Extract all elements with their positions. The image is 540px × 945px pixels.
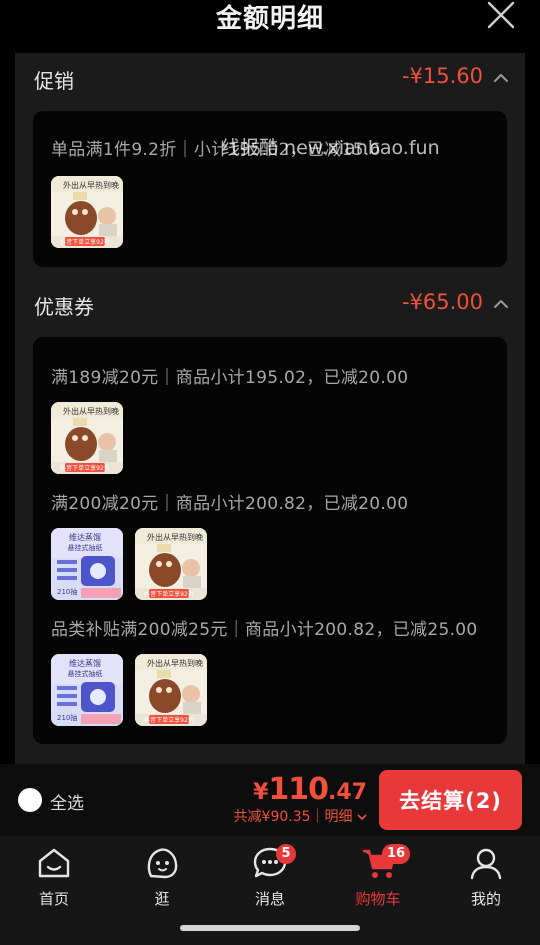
tab-home[interactable]: 首页 <box>14 842 94 912</box>
select-all-radio[interactable] <box>18 788 42 812</box>
bottom-tab-bar: 首页 逛 5 消息 16 购物车 我的 <box>0 836 540 945</box>
bottle-banner-text: 外出从早热到晚 <box>63 180 119 190</box>
wipes-sub-text: 悬挂式抽纸 <box>68 669 103 678</box>
wipes-banner-text: 维达蒸馏 <box>69 658 101 668</box>
screen: 金额明细 促销 -¥15.60 单品满1件9.2折｜小计195.02，已减15.… <box>0 0 540 945</box>
coupon-title: 优惠券 <box>34 295 94 319</box>
product-thumb-bottle[interactable]: 外出从早热到晚 抖音下单立享92折 <box>135 528 207 600</box>
saved-text: 共减¥90.35｜明细 <box>233 809 353 825</box>
coupon-line: 满189减20元｜商品小计195.02，已减20.00 <box>51 368 409 388</box>
cart-badge: 16 <box>382 844 411 864</box>
total-integer: 110 <box>268 772 329 807</box>
bottle-tag-text: 抖音下单立享92折 <box>60 238 110 246</box>
tab-label: 逛 <box>154 890 170 908</box>
tab-cart[interactable]: 16 购物车 <box>338 842 418 912</box>
product-thumb-bottle[interactable]: 外出从早热到晚 抖音下单立享92折 <box>135 654 207 726</box>
bottle-banner-text: 外出从早热到晚 <box>147 532 203 542</box>
bottle-product-image: 外出从早热到晚 抖音下单立享92折 <box>51 402 123 474</box>
watermark: 线报酷 new.xianbao.fun <box>221 137 440 159</box>
wipes-count-text: 210抽 <box>57 713 77 722</box>
tab-browse[interactable]: 逛 <box>122 842 202 912</box>
wipes-product-image: 维达蒸馏 悬挂式抽纸 210抽 <box>51 654 123 726</box>
wipes-product-image: 维达蒸馏 悬挂式抽纸 210抽 <box>51 528 123 600</box>
promo-card: 单品满1件9.2折｜小计195.02，已减15.6 外出从早热到晚 抖音下单立享… <box>33 111 507 267</box>
total-currency: ¥ <box>253 780 269 805</box>
coupon-line: 品类补贴满200减25元｜商品小计200.82，已减25.00 <box>51 620 478 640</box>
select-all-label[interactable]: 全选 <box>50 789 84 814</box>
modal-header: 金额明细 <box>0 0 540 52</box>
product-thumb-bottle[interactable]: 外出从早热到晚 抖音下单立享92折 <box>51 402 123 474</box>
tab-label: 首页 <box>38 890 69 908</box>
product-thumb-wipes[interactable]: 维达蒸馏 悬挂式抽纸 210抽 <box>51 654 123 726</box>
total-price: ¥110.47 <box>253 772 367 807</box>
product-thumb-bottle[interactable]: 外出从早热到晚 抖音下单立享92折 <box>51 176 123 248</box>
bottle-banner-text: 外出从早热到晚 <box>63 406 119 416</box>
promo-title: 促销 <box>34 69 74 93</box>
home-indicator <box>180 925 360 931</box>
wipes-banner-text: 维达蒸馏 <box>69 532 101 542</box>
tab-label: 购物车 <box>355 890 401 908</box>
promo-section-header[interactable]: 促销 -¥15.60 <box>15 53 525 105</box>
tab-label: 消息 <box>254 890 285 908</box>
bottle-product-image: 外出从早热到晚 抖音下单立享92折 <box>135 528 207 600</box>
bottle-tag-text: 抖音下单立享92折 <box>144 716 194 724</box>
chevron-up-icon[interactable] <box>494 73 508 83</box>
bottle-banner-text: 外出从早热到晚 <box>147 658 203 668</box>
profile-icon <box>470 848 502 880</box>
chevron-down-icon <box>357 813 367 820</box>
product-thumb-wipes[interactable]: 维达蒸馏 悬挂式抽纸 210抽 <box>51 528 123 600</box>
bottle-tag-text: 抖音下单立享92折 <box>60 464 110 472</box>
bottle-product-image: 外出从早热到晚 抖音下单立享92折 <box>135 654 207 726</box>
saved-detail-link[interactable]: 共减¥90.35｜明细 <box>234 806 367 826</box>
checkout-bar: 全选 ¥110.47 共减¥90.35｜明细 去结算(2) <box>0 764 540 836</box>
coupon-line: 满200减20元｜商品小计200.82，已减20.00 <box>51 494 409 514</box>
home-icon <box>38 848 70 878</box>
close-icon[interactable] <box>486 0 516 30</box>
bottle-tag-text: 抖音下单立享92折 <box>144 590 194 598</box>
coupon-card: 满189减20元｜商品小计195.02，已减20.00 外出从早热到晚 抖音下单… <box>33 337 507 744</box>
tab-messages[interactable]: 5 消息 <box>230 842 310 912</box>
coupon-amount: -¥65.00 <box>401 290 483 314</box>
promo-amount: -¥15.60 <box>401 64 483 88</box>
modal-title: 金额明细 <box>215 4 324 34</box>
checkout-button[interactable]: 去结算(2) <box>379 770 522 830</box>
total-decimal: .47 <box>328 780 367 805</box>
face-icon <box>147 848 178 879</box>
chevron-up-icon[interactable] <box>494 299 508 309</box>
bottle-product-image: 外出从早热到晚 抖音下单立享92折 <box>51 176 123 248</box>
tab-label: 我的 <box>470 890 501 908</box>
amount-detail-sheet: 促销 -¥15.60 单品满1件9.2折｜小计195.02，已减15.6 外出从… <box>15 53 525 764</box>
wipes-sub-text: 悬挂式抽纸 <box>68 543 103 552</box>
wipes-count-text: 210抽 <box>57 587 77 596</box>
coupon-section-header[interactable]: 优惠券 -¥65.00 <box>15 279 525 331</box>
message-badge: 5 <box>276 844 296 864</box>
tab-profile[interactable]: 我的 <box>446 842 526 912</box>
